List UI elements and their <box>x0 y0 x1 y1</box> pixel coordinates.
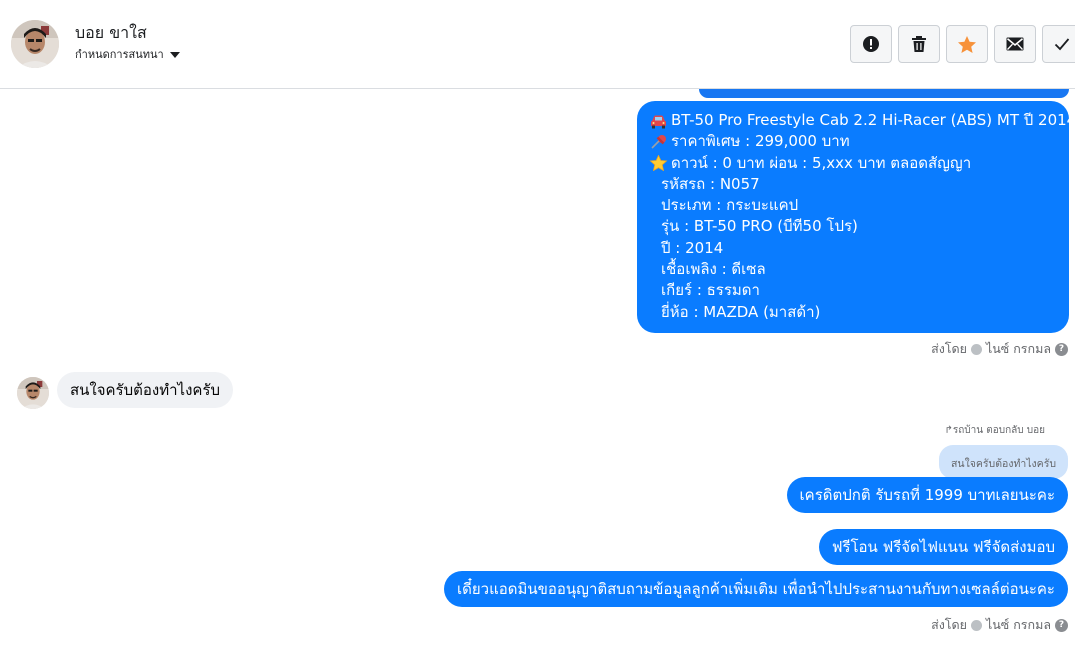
star-icon <box>958 35 976 53</box>
sender-name: ไนซ์ กรกมล <box>985 617 1051 632</box>
help-icon[interactable]: ? <box>1055 618 1068 632</box>
car-icon <box>651 115 666 129</box>
trash-icon <box>912 36 926 52</box>
listing-message-bubble[interactable]: BT-50 Pro Freestyle Cab 2.2 Hi-Racer (AB… <box>637 101 1075 333</box>
contact-avatar-small[interactable] <box>17 377 49 409</box>
contact-name[interactable]: บอย ขาใส <box>75 21 147 46</box>
listing-line: BT-50 Pro Freestyle Cab 2.2 Hi-Racer (AB… <box>649 110 1075 131</box>
listing-line: ดาวน์ : 0 บาท ผ่อน : 5,xxx บาท ตลอดสัญญา <box>649 153 1057 174</box>
star-button[interactable] <box>946 25 988 63</box>
sender-check-icon <box>970 619 982 631</box>
listing-line: ประเภท : กระบะแคป <box>661 196 799 215</box>
incoming-message-bubble[interactable]: สนใจครับต้องทำไงครับ <box>57 372 233 408</box>
help-icon[interactable]: ? <box>1055 342 1068 356</box>
assign-conversation-dropdown[interactable]: กำหนดการสนทนา <box>75 45 180 63</box>
quoted-message[interactable]: สนใจครับต้องทำไงครับ <box>939 445 1068 479</box>
conversation-header: บอย ขาใส กำหนดการสนทนา <box>0 0 1075 89</box>
pushpin-icon <box>651 134 666 149</box>
listing-line: เกียร์ : ธรรมดา <box>661 281 760 300</box>
reply-note: ↱รถบ้าน ตอบกลับ บอย <box>944 425 1045 436</box>
outgoing-message-bubble[interactable]: เครดิตปกติ รับรถที่ 1999 บาทเลยนะคะ <box>786 477 1068 513</box>
listing-line: เชื้อเพลิง : ดีเซล <box>661 260 766 279</box>
sent-by-label: ส่งโดย ไนซ์ กรกมล ? <box>931 615 1068 635</box>
sender-name: ไนซ์ กรกมล <box>985 341 1051 356</box>
listing-line: รุ่น : BT-50 PRO (บีที50 โปร) <box>661 217 858 236</box>
mail-icon <box>1006 37 1024 51</box>
listing-line: ราคาพิเศษ : 299,000 บาท <box>649 131 1057 152</box>
alert-icon <box>863 36 879 52</box>
sent-by-label: ส่งโดย ไนซ์ กรกมล ? <box>931 339 1068 359</box>
listing-line: ปี : 2014 <box>661 238 724 257</box>
contact-avatar[interactable] <box>11 20 59 68</box>
done-button[interactable] <box>1042 25 1075 63</box>
message-thread[interactable]: BT-50 Pro Freestyle Cab 2.2 Hi-Racer (AB… <box>0 89 1075 647</box>
listing-line: ยี่ห้อ : MAZDA (มาสด้า) <box>661 302 821 321</box>
report-button[interactable] <box>850 25 892 63</box>
assign-conversation-label: กำหนดการสนทนา <box>75 48 164 61</box>
previous-message-bubble <box>699 89 1069 98</box>
star-emoji-icon <box>649 155 668 172</box>
outgoing-message-bubble[interactable]: เดี๋ยวแอดมินขออนุญาติสบถามข้อมูลลูกค้าเพ… <box>444 571 1068 607</box>
sender-check-icon <box>970 343 982 355</box>
listing-line: รหัสรถ : N057 <box>661 174 760 193</box>
outgoing-message-bubble[interactable]: ฟรีโอน ฟรีจัดไฟแนน ฟรีจัดส่งมอบ <box>818 529 1068 565</box>
delete-button[interactable] <box>898 25 940 63</box>
mark-unread-button[interactable] <box>994 25 1036 63</box>
caret-down-icon <box>169 52 180 58</box>
check-icon <box>1054 38 1070 51</box>
